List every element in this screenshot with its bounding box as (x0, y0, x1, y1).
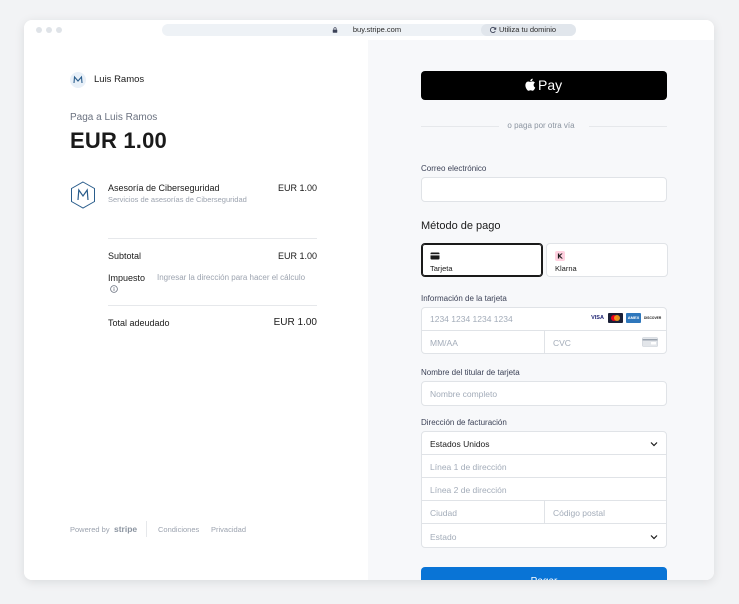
stripe-logo[interactable]: stripe (114, 524, 137, 534)
cvc-field[interactable]: CVC (544, 330, 667, 354)
terms-link[interactable]: Condiciones (158, 525, 199, 534)
card-number-field[interactable]: 1234 1234 1234 1234 VISA AMEX DISCOVER (421, 307, 667, 331)
visa-icon: VISA (590, 313, 605, 323)
address-line2-placeholder: Línea 2 de dirección (430, 485, 507, 495)
window-dot (46, 27, 52, 33)
window-dot (56, 27, 62, 33)
cvc-placeholder: CVC (553, 338, 571, 348)
window-dot (36, 27, 42, 33)
use-domain-label: Utiliza tu dominio (499, 25, 557, 34)
postal-code-field[interactable]: Código postal (544, 500, 667, 524)
checkout-form: Pay o paga por otra vía Correo electróni… (368, 40, 714, 580)
state-placeholder: Estado (430, 532, 457, 542)
tab-klarna-label: Klarna (555, 264, 577, 273)
payment-method-title: Método de pago (421, 220, 501, 232)
tax-label: Impuesto (108, 273, 146, 283)
country-value: Estados Unidos (430, 439, 490, 449)
svg-text:K: K (557, 253, 563, 261)
footer-divider (146, 521, 147, 537)
merchant-name: Luis Ramos (94, 74, 145, 85)
city-placeholder: Ciudad (430, 508, 457, 518)
address-line1-placeholder: Línea 1 de dirección (430, 462, 507, 472)
expiry-field[interactable]: MM/AA (421, 330, 545, 354)
refresh-icon (489, 26, 497, 33)
cvc-card-icon (642, 337, 658, 347)
divider (108, 305, 317, 306)
klarna-icon: K (555, 251, 565, 261)
postal-code-placeholder: Código postal (553, 508, 605, 518)
state-select[interactable]: Estado (421, 523, 667, 548)
powered-by-label: Powered by (70, 525, 110, 534)
browser-chrome: buy.stripe.com Utiliza tu dominio (24, 20, 714, 40)
apple-icon (525, 78, 536, 91)
total-due-label: Total adeudado (108, 318, 170, 328)
card-info-label: Información de la tarjeta (421, 294, 507, 303)
divider (589, 126, 667, 127)
total-due-value: EUR 1.00 (273, 317, 317, 328)
city-field[interactable]: Ciudad (421, 500, 545, 524)
info-icon[interactable] (110, 285, 118, 293)
divider (108, 238, 317, 239)
product-name: Asesoría de Ciberseguridad (108, 183, 220, 193)
total-amount: EUR 1.00 (70, 128, 167, 153)
amex-icon: AMEX (626, 313, 641, 323)
discover-icon: DISCOVER (644, 313, 661, 323)
order-summary: Luis Ramos Paga a Luis Ramos EUR 1.00 As… (24, 40, 368, 580)
url-text: buy.stripe.com (352, 25, 402, 34)
tax-note: Ingresar la dirección para hacer el cálc… (157, 273, 306, 282)
tab-klarna[interactable]: K Klarna (546, 243, 668, 277)
merchant-logo (70, 72, 86, 88)
product-price: EUR 1.00 (277, 183, 317, 193)
tab-card-label: Tarjeta (430, 264, 453, 273)
email-field[interactable] (421, 177, 667, 202)
chevron-down-icon (650, 442, 658, 447)
mastercard-icon (608, 313, 623, 323)
card-number-placeholder: 1234 1234 1234 1234 (430, 314, 513, 324)
expiry-placeholder: MM/AA (430, 338, 458, 348)
product-logo (71, 181, 95, 209)
product-description: Servicios de asesorías de Ciberseguridad (108, 195, 247, 204)
apple-pay-label: Pay (538, 77, 563, 93)
chevron-down-icon (650, 535, 658, 540)
email-label: Correo electrónico (421, 164, 487, 173)
billing-address-label: Dirección de facturación (421, 418, 507, 427)
use-domain-button[interactable]: Utiliza tu dominio (481, 24, 576, 36)
tab-card[interactable]: Tarjeta (421, 243, 543, 277)
card-icon (430, 252, 440, 260)
privacy-link[interactable]: Privacidad (211, 525, 246, 534)
cardholder-placeholder: Nombre completo (430, 389, 498, 399)
address-line1-field[interactable]: Línea 1 de dirección (421, 454, 667, 478)
address-line2-field[interactable]: Línea 2 de dirección (421, 477, 667, 501)
browser-window: buy.stripe.com Utiliza tu dominio Luis R… (24, 20, 714, 580)
apple-pay-button[interactable]: Pay (421, 71, 667, 100)
address-bar[interactable]: buy.stripe.com Utiliza tu dominio (162, 24, 576, 36)
pay-to-label: Paga a Luis Ramos (70, 112, 158, 123)
cardholder-label: Nombre del titular de tarjeta (421, 368, 520, 377)
subtotal-label: Subtotal (108, 251, 142, 261)
pay-button[interactable]: Pagar (421, 567, 667, 580)
subtotal-value: EUR 1.00 (277, 251, 317, 261)
cardholder-name-field[interactable]: Nombre completo (421, 381, 667, 406)
country-select[interactable]: Estados Unidos (421, 431, 667, 455)
